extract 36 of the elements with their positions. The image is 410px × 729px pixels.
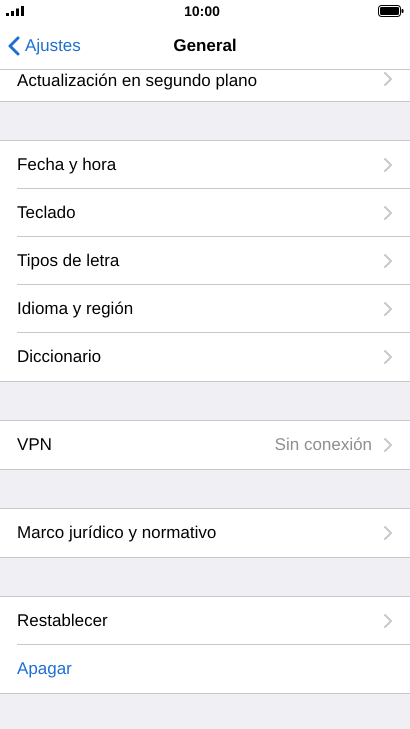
row-label: VPN	[17, 434, 53, 456]
settings-row[interactable]: Actualización en segundo plano	[0, 70, 410, 101]
settings-row[interactable]: Restablecer	[0, 597, 410, 645]
settings-row[interactable]: Tipos de letra	[0, 237, 410, 285]
row-label: Marco jurídico y normativo	[17, 522, 218, 544]
settings-row[interactable]: VPN Sin conexión	[0, 421, 410, 469]
settings-row[interactable]: Apagar	[0, 645, 410, 693]
row-label: Teclado	[17, 202, 77, 224]
row-label: Diccionario	[17, 346, 102, 368]
row-label: Idioma y región	[17, 298, 134, 320]
row-label: Actualización en segundo plano	[17, 70, 258, 92]
page-title: General	[173, 34, 237, 57]
chevron-right-icon	[384, 158, 392, 172]
chevron-right-icon	[384, 614, 392, 628]
settings-row[interactable]: Diccionario	[0, 333, 410, 381]
chevron-right-icon	[384, 302, 392, 316]
row-label: Tipos de letra	[17, 250, 120, 272]
row-label: Fecha y hora	[17, 154, 118, 176]
row-detail: Sin conexión	[274, 434, 372, 456]
chevron-right-icon	[384, 526, 392, 540]
chevron-right-icon	[384, 206, 392, 220]
chevron-right-icon	[384, 350, 392, 364]
row-label: Apagar	[17, 658, 73, 680]
chevron-right-icon	[384, 72, 392, 86]
chevron-right-icon	[384, 254, 392, 268]
settings-row[interactable]: Fecha y hora	[0, 141, 410, 189]
back-button[interactable]: Ajustes	[8, 22, 81, 69]
settings-row[interactable]: Teclado	[0, 189, 410, 237]
chevron-left-icon	[8, 36, 20, 56]
signal-icon	[6, 6, 26, 16]
settings-row[interactable]: Marco jurídico y normativo	[0, 509, 410, 557]
status-time: 10:00	[184, 2, 220, 20]
settings-row[interactable]: Idioma y región	[0, 285, 410, 333]
row-label: Restablecer	[17, 610, 109, 632]
chevron-right-icon	[384, 438, 392, 452]
battery-icon	[378, 5, 404, 17]
